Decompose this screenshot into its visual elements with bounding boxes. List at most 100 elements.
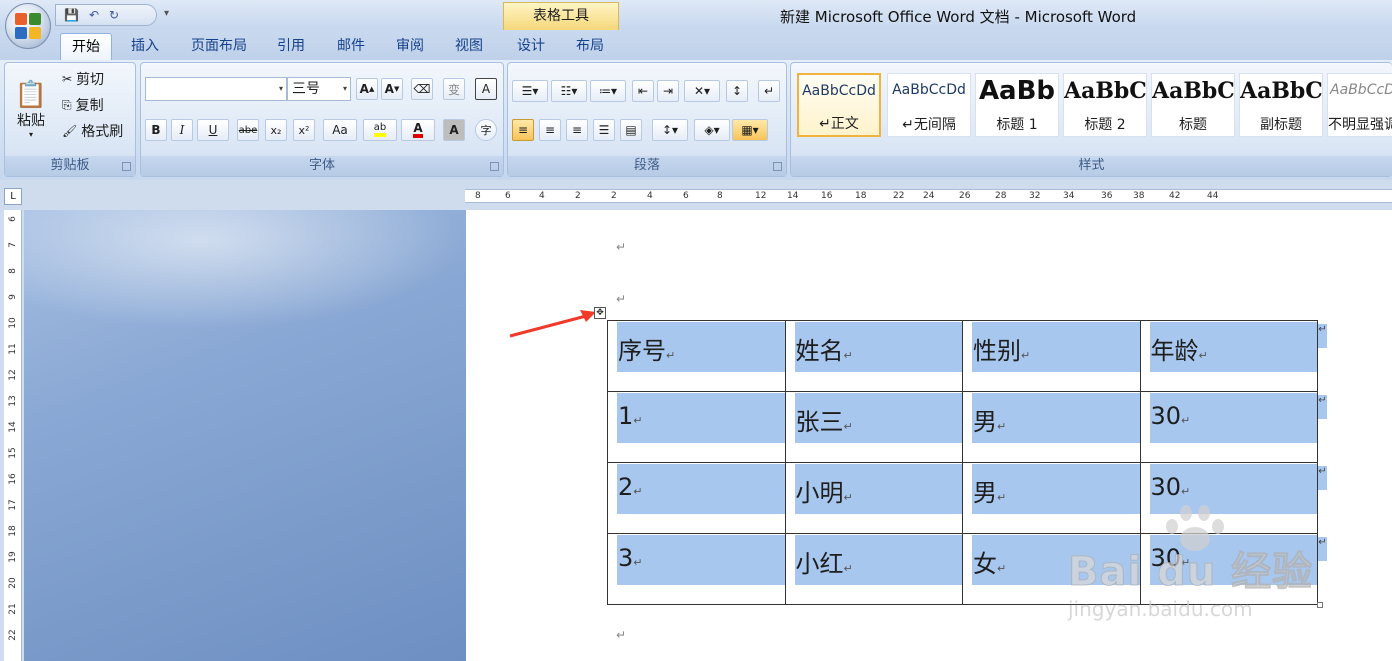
enclose-char-button[interactable]: 字 bbox=[475, 119, 497, 141]
italic-button[interactable]: I bbox=[171, 119, 193, 141]
table-cell[interactable]: 小红↵ bbox=[784, 533, 963, 605]
tab-home[interactable]: 开始 bbox=[60, 33, 112, 60]
char-shading-button[interactable]: A bbox=[443, 119, 465, 141]
asian-layout-button[interactable]: ✕▾ bbox=[684, 80, 720, 102]
clear-format-button[interactable]: ⌫ bbox=[411, 78, 433, 100]
style-no-spacing[interactable]: AaBbCcDd ↵无间隔 bbox=[887, 73, 971, 137]
customize-qat-icon[interactable]: ▾ bbox=[164, 8, 169, 19]
table-cell[interactable]: 张三↵ bbox=[784, 391, 963, 463]
tab-references[interactable]: 引用 bbox=[268, 33, 314, 60]
show-marks-button[interactable]: ↵ bbox=[758, 80, 780, 102]
style-heading-2[interactable]: AaBbC 标题 2 bbox=[1063, 73, 1147, 137]
copy-button[interactable]: ⎘ 复制 bbox=[61, 93, 105, 117]
style-sample: AaBbC bbox=[1064, 78, 1146, 104]
line-spacing-button[interactable]: ↕▾ bbox=[652, 119, 688, 141]
tab-review[interactable]: 审阅 bbox=[387, 33, 433, 60]
shading-button[interactable]: ◈▾ bbox=[694, 119, 730, 141]
cell-mark: ↵ bbox=[633, 556, 643, 569]
table-cell[interactable]: 姓名↵ bbox=[784, 320, 963, 392]
tab-view[interactable]: 视图 bbox=[446, 33, 492, 60]
align-center-button[interactable]: ≡ bbox=[539, 119, 561, 141]
numbering-button[interactable]: ☷▾ bbox=[551, 80, 587, 102]
sort-button[interactable]: ↕ bbox=[726, 80, 748, 102]
table-cell[interactable]: 性别↵ bbox=[962, 320, 1141, 392]
table-cell[interactable]: 序号↵ bbox=[607, 320, 786, 392]
ribbon-tabs: 开始 插入 页面布局 引用 邮件 审阅 视图 设计 布局 bbox=[0, 30, 1392, 90]
dialog-launcher-icon[interactable] bbox=[122, 162, 131, 171]
increase-indent-button[interactable]: ⇥ bbox=[657, 80, 679, 102]
cell-mark: ↵ bbox=[666, 349, 676, 362]
save-icon[interactable]: 💾 bbox=[64, 8, 79, 22]
font-size-combo[interactable]: 三号 ▾ bbox=[287, 77, 351, 101]
ruler-tick-label: 42 bbox=[1169, 191, 1181, 201]
highlight-button[interactable]: ab bbox=[363, 119, 397, 141]
dialog-launcher-icon[interactable] bbox=[490, 162, 499, 171]
superscript-button[interactable]: x² bbox=[293, 119, 315, 141]
style-name: 标题 2 bbox=[1084, 117, 1126, 133]
paste-label: 粘贴 bbox=[17, 112, 45, 129]
bold-button[interactable]: B bbox=[145, 119, 167, 141]
grow-font-button[interactable]: A ▲ bbox=[356, 78, 378, 100]
cell-text: 年龄 bbox=[1150, 337, 1199, 365]
tab-page-layout[interactable]: 页面布局 bbox=[180, 33, 258, 60]
cell-text: 序号 bbox=[618, 337, 666, 365]
cut-button[interactable]: ✂ 剪切 bbox=[61, 67, 105, 91]
table-cell[interactable]: 30↵ bbox=[1139, 391, 1318, 463]
change-case-button[interactable]: Aa bbox=[323, 119, 357, 141]
table-cell[interactable]: 2↵ bbox=[607, 462, 786, 534]
font-name-combo[interactable]: ▾ bbox=[145, 77, 287, 101]
char-border-button[interactable]: A bbox=[475, 78, 497, 100]
font-color-button[interactable]: A bbox=[401, 119, 435, 141]
phonetic-guide-button[interactable]: 变 bbox=[443, 78, 465, 100]
table-move-handle-icon[interactable]: ✥ bbox=[594, 307, 606, 319]
cell-mark: ↵ bbox=[843, 491, 853, 504]
underline-button[interactable]: U bbox=[197, 119, 229, 141]
style-heading-1[interactable]: AaBb 标题 1 bbox=[975, 73, 1059, 137]
ruler-tick-label: 34 bbox=[1063, 191, 1075, 201]
tab-mailings[interactable]: 邮件 bbox=[328, 33, 374, 60]
office-button[interactable] bbox=[5, 3, 51, 49]
ruler-tick-label: 20 bbox=[8, 577, 18, 589]
paste-button[interactable]: 📋 粘贴 ▾ bbox=[11, 69, 51, 149]
ribbon: 📋 粘贴 ▾ ✂ 剪切 ⎘ 复制 🖌 格式刷 剪贴板 ▾ 三号 ▾ A ▲ A ▼ ⌫ 变 … bbox=[0, 60, 1392, 180]
table-cell[interactable]: 1↵ bbox=[607, 391, 786, 463]
style-normal[interactable]: AaBbCcDd ↵正文 bbox=[797, 73, 881, 137]
tab-design[interactable]: 设计 bbox=[508, 33, 554, 60]
row-end-mark: ↵ bbox=[1318, 324, 1327, 348]
style-subtle-emphasis[interactable]: AaBbCcD 不明显强调 bbox=[1327, 73, 1392, 137]
dialog-launcher-icon[interactable] bbox=[773, 162, 782, 171]
multilevel-list-button[interactable]: ≔▾ bbox=[590, 80, 626, 102]
decrease-indent-button[interactable]: ⇤ bbox=[632, 80, 654, 102]
justify-button[interactable]: ☰ bbox=[593, 119, 615, 141]
cell-text: 小明 bbox=[795, 479, 844, 507]
tab-insert[interactable]: 插入 bbox=[122, 33, 168, 60]
shrink-font-button[interactable]: A ▼ bbox=[381, 78, 403, 100]
distributed-button[interactable]: ▤ bbox=[620, 119, 642, 141]
redo-icon[interactable]: ↻ bbox=[109, 8, 119, 22]
table-cell[interactable]: 小明↵ bbox=[784, 462, 963, 534]
bullets-button[interactable]: ☰▾ bbox=[512, 80, 548, 102]
font-group: ▾ 三号 ▾ A ▲ A ▼ ⌫ 变 A B I U abe x₂ x² Aa ab … bbox=[140, 62, 504, 177]
style-subtitle[interactable]: AaBbC 副标题 bbox=[1239, 73, 1323, 137]
borders-button[interactable]: ▦▾ bbox=[732, 119, 768, 141]
vertical-ruler[interactable]: 6 7 8 9 10 11 12 13 14 15 16 17 18 19 20 21 22 bbox=[4, 210, 22, 661]
copy-label: 复制 bbox=[75, 98, 104, 114]
align-left-button[interactable]: ≡ bbox=[512, 119, 534, 141]
bullet-list-icon: ☰▾ bbox=[521, 84, 539, 98]
ruler-tick-label: 19 bbox=[8, 551, 18, 563]
tab-stop-selector[interactable]: L bbox=[4, 188, 22, 205]
style-title[interactable]: AaBbC 标题 bbox=[1151, 73, 1235, 137]
undo-icon[interactable]: ↶ bbox=[89, 8, 99, 22]
horizontal-ruler[interactable]: 8 6 4 2 2 4 6 8 12 14 16 18 22 24 26 28 32 34 36 38 42 44 bbox=[465, 189, 1392, 203]
table-cell[interactable]: 男↵ bbox=[962, 391, 1141, 463]
table-cell[interactable]: 3↵ bbox=[607, 533, 786, 605]
style-sample: AaBbCcD bbox=[1330, 82, 1392, 98]
strikethrough-button[interactable]: abe bbox=[237, 119, 259, 141]
format-painter-button[interactable]: 🖌 格式刷 bbox=[61, 119, 124, 143]
align-right-button[interactable]: ≡ bbox=[566, 119, 588, 141]
tab-layout[interactable]: 布局 bbox=[567, 33, 613, 60]
subscript-button[interactable]: x₂ bbox=[265, 119, 287, 141]
cell-mark: ↵ bbox=[997, 562, 1007, 575]
cell-mark: ↵ bbox=[1181, 485, 1191, 498]
table-cell[interactable]: 年龄↵ bbox=[1139, 320, 1318, 392]
